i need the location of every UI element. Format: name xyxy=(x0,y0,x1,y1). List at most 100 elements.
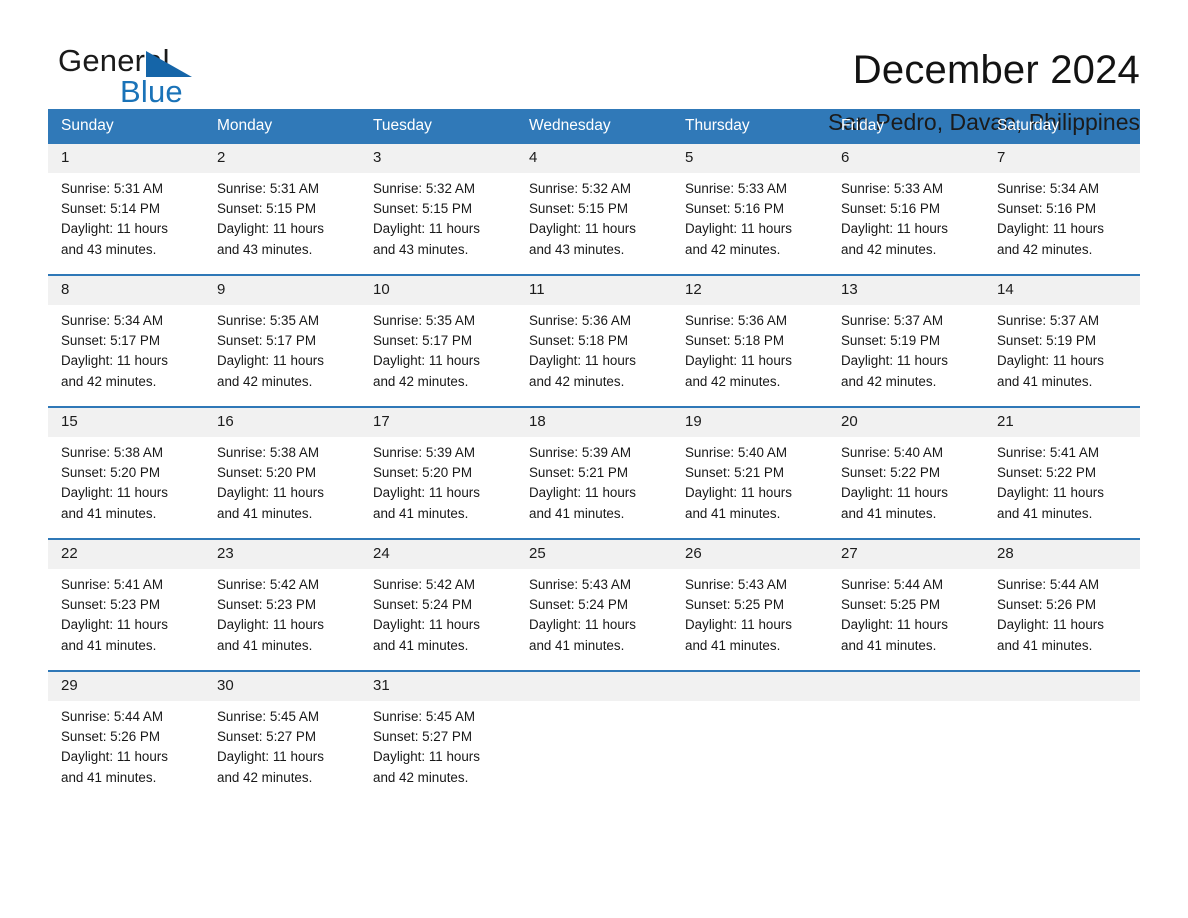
daylight-duration-line1: Daylight: 11 hours xyxy=(373,749,480,765)
calendar-day-cell[interactable]: 26 Sunrise: 5:43 AM Sunset: 5:25 PM Dayligh… xyxy=(672,538,828,671)
calendar-day-cell[interactable]: 23 Sunrise: 5:42 AM Sunset: 5:23 PM Dayligh… xyxy=(204,538,360,671)
calendar-day-cell[interactable]: 31 Sunrise: 5:45 AM Sunset: 5:27 PM Dayligh… xyxy=(360,670,516,802)
daylight-duration-line1: Daylight: 11 hours xyxy=(997,353,1104,369)
calendar-day-cell[interactable]: 12 Sunrise: 5:36 AM Sunset: 5:18 PM Dayligh… xyxy=(672,274,828,407)
calendar-day-cell[interactable]: 7 Sunrise: 5:34 AM Sunset: 5:16 PM Daylight… xyxy=(984,144,1140,275)
calendar-day-cell[interactable]: 27 Sunrise: 5:44 AM Sunset: 5:25 PM Dayligh… xyxy=(828,538,984,671)
daylight-duration-line2: and 42 minutes. xyxy=(685,241,781,257)
daylight-duration-line1: Daylight: 11 hours xyxy=(373,221,480,237)
sunrise-time: Sunrise: 5:34 AM xyxy=(997,181,1099,196)
day-details: Sunrise: 5:31 AM Sunset: 5:14 PM Daylight:… xyxy=(48,173,204,270)
day-cell-inner: 9 Sunrise: 5:35 AM Sunset: 5:17 PM Daylight… xyxy=(204,276,360,406)
calendar-day-cell[interactable]: 9 Sunrise: 5:35 AM Sunset: 5:17 PM Daylight… xyxy=(204,274,360,407)
daylight-duration-line1: Daylight: 11 hours xyxy=(217,353,324,369)
weekday-header-tuesday: Tuesday xyxy=(360,109,516,144)
calendar-day-cell[interactable]: 1 Sunrise: 5:31 AM Sunset: 5:14 PM Daylight… xyxy=(48,144,204,275)
day-details: Sunrise: 5:40 AM Sunset: 5:21 PM Daylight:… xyxy=(672,437,828,534)
sunrise-time: Sunrise: 5:44 AM xyxy=(61,709,163,724)
calendar-day-cell[interactable]: 19 Sunrise: 5:40 AM Sunset: 5:21 PM Dayligh… xyxy=(672,406,828,539)
daylight-duration-line2: and 41 minutes. xyxy=(685,637,781,653)
day-cell-inner: 10 Sunrise: 5:35 AM Sunset: 5:17 PM Dayligh… xyxy=(360,276,516,406)
calendar-day-cell[interactable]: 20 Sunrise: 5:40 AM Sunset: 5:22 PM Dayligh… xyxy=(828,406,984,539)
sunset-time: Sunset: 5:25 PM xyxy=(685,597,784,613)
day-details: Sunrise: 5:45 AM Sunset: 5:27 PM Daylight:… xyxy=(204,701,360,798)
day-number xyxy=(672,672,828,701)
calendar-day-cell[interactable]: 6 Sunrise: 5:33 AM Sunset: 5:16 PM Daylight… xyxy=(828,144,984,275)
day-cell-inner: 25 Sunrise: 5:43 AM Sunset: 5:24 PM Dayligh… xyxy=(516,540,672,670)
day-number: 4 xyxy=(516,144,672,173)
calendar-day-cell[interactable]: 10 Sunrise: 5:35 AM Sunset: 5:17 PM Dayligh… xyxy=(360,274,516,407)
day-number: 16 xyxy=(204,408,360,437)
day-number: 24 xyxy=(360,540,516,569)
daylight-duration-line1: Daylight: 11 hours xyxy=(61,485,168,501)
calendar-empty-cell xyxy=(672,670,828,802)
day-cell-inner xyxy=(828,672,984,802)
calendar-day-cell[interactable]: 24 Sunrise: 5:42 AM Sunset: 5:24 PM Dayligh… xyxy=(360,538,516,671)
daylight-duration-line1: Daylight: 11 hours xyxy=(841,221,948,237)
calendar-day-cell[interactable]: 30 Sunrise: 5:45 AM Sunset: 5:27 PM Dayligh… xyxy=(204,670,360,802)
calendar-day-cell[interactable]: 28 Sunrise: 5:44 AM Sunset: 5:26 PM Dayligh… xyxy=(984,538,1140,671)
day-details: Sunrise: 5:36 AM Sunset: 5:18 PM Daylight:… xyxy=(516,305,672,402)
sunset-time: Sunset: 5:27 PM xyxy=(217,729,316,745)
calendar-day-cell[interactable]: 5 Sunrise: 5:33 AM Sunset: 5:16 PM Daylight… xyxy=(672,144,828,275)
day-number: 7 xyxy=(984,144,1140,173)
day-cell-inner: 12 Sunrise: 5:36 AM Sunset: 5:18 PM Dayligh… xyxy=(672,276,828,406)
daylight-duration-line1: Daylight: 11 hours xyxy=(217,617,324,633)
sunrise-time: Sunrise: 5:44 AM xyxy=(841,577,943,592)
general-blue-logo[interactable]: General Blue xyxy=(48,44,258,118)
calendar-day-cell[interactable]: 3 Sunrise: 5:32 AM Sunset: 5:15 PM Daylight… xyxy=(360,144,516,275)
calendar-week-row: 1 Sunrise: 5:31 AM Sunset: 5:14 PM Daylight… xyxy=(48,144,1140,275)
day-cell-inner: 24 Sunrise: 5:42 AM Sunset: 5:24 PM Dayligh… xyxy=(360,540,516,670)
calendar-day-cell[interactable]: 21 Sunrise: 5:41 AM Sunset: 5:22 PM Dayligh… xyxy=(984,406,1140,539)
calendar-day-cell[interactable]: 17 Sunrise: 5:39 AM Sunset: 5:20 PM Dayligh… xyxy=(360,406,516,539)
day-cell-inner: 22 Sunrise: 5:41 AM Sunset: 5:23 PM Dayligh… xyxy=(48,540,204,670)
calendar-day-cell[interactable]: 8 Sunrise: 5:34 AM Sunset: 5:17 PM Daylight… xyxy=(48,274,204,407)
sunrise-time: Sunrise: 5:37 AM xyxy=(997,313,1099,328)
daylight-duration-line1: Daylight: 11 hours xyxy=(685,485,792,501)
day-details: Sunrise: 5:33 AM Sunset: 5:16 PM Daylight:… xyxy=(672,173,828,270)
day-details: Sunrise: 5:44 AM Sunset: 5:26 PM Daylight:… xyxy=(48,701,204,798)
calendar-day-cell[interactable]: 25 Sunrise: 5:43 AM Sunset: 5:24 PM Dayligh… xyxy=(516,538,672,671)
calendar-day-cell[interactable]: 16 Sunrise: 5:38 AM Sunset: 5:20 PM Dayligh… xyxy=(204,406,360,539)
calendar-day-cell[interactable]: 22 Sunrise: 5:41 AM Sunset: 5:23 PM Dayligh… xyxy=(48,538,204,671)
day-details: Sunrise: 5:44 AM Sunset: 5:26 PM Daylight:… xyxy=(984,569,1140,666)
day-cell-inner: 5 Sunrise: 5:33 AM Sunset: 5:16 PM Daylight… xyxy=(672,144,828,274)
calendar-week-row: 22 Sunrise: 5:41 AM Sunset: 5:23 PM Dayligh… xyxy=(48,538,1140,671)
sunset-time: Sunset: 5:15 PM xyxy=(217,201,316,217)
daylight-duration-line2: and 41 minutes. xyxy=(841,505,937,521)
calendar-day-cell[interactable]: 18 Sunrise: 5:39 AM Sunset: 5:21 PM Dayligh… xyxy=(516,406,672,539)
day-number: 23 xyxy=(204,540,360,569)
sunrise-time: Sunrise: 5:35 AM xyxy=(373,313,475,328)
day-cell-inner: 4 Sunrise: 5:32 AM Sunset: 5:15 PM Daylight… xyxy=(516,144,672,274)
daylight-duration-line2: and 42 minutes. xyxy=(841,373,937,389)
daylight-duration-line1: Daylight: 11 hours xyxy=(529,617,636,633)
calendar-day-cell[interactable]: 15 Sunrise: 5:38 AM Sunset: 5:20 PM Dayligh… xyxy=(48,406,204,539)
sunrise-time: Sunrise: 5:41 AM xyxy=(997,445,1099,460)
day-details: Sunrise: 5:37 AM Sunset: 5:19 PM Daylight:… xyxy=(828,305,984,402)
day-cell-inner xyxy=(516,672,672,802)
day-details xyxy=(828,701,984,717)
calendar-day-cell[interactable]: 11 Sunrise: 5:36 AM Sunset: 5:18 PM Dayligh… xyxy=(516,274,672,407)
calendar-day-cell[interactable]: 2 Sunrise: 5:31 AM Sunset: 5:15 PM Daylight… xyxy=(204,144,360,275)
day-details: Sunrise: 5:41 AM Sunset: 5:22 PM Daylight:… xyxy=(984,437,1140,534)
daylight-duration-line1: Daylight: 11 hours xyxy=(373,353,480,369)
daylight-duration-line2: and 41 minutes. xyxy=(217,505,313,521)
day-number xyxy=(828,672,984,701)
calendar-day-cell[interactable]: 13 Sunrise: 5:37 AM Sunset: 5:19 PM Dayligh… xyxy=(828,274,984,407)
calendar-day-cell[interactable]: 4 Sunrise: 5:32 AM Sunset: 5:15 PM Daylight… xyxy=(516,144,672,275)
sunset-time: Sunset: 5:21 PM xyxy=(529,465,628,481)
day-details: Sunrise: 5:43 AM Sunset: 5:25 PM Daylight:… xyxy=(672,569,828,666)
daylight-duration-line1: Daylight: 11 hours xyxy=(217,749,324,765)
sunrise-sunset-calendar: Sunday Monday Tuesday Wednesday Thursday… xyxy=(48,109,1140,802)
calendar-day-cell[interactable]: 29 Sunrise: 5:44 AM Sunset: 5:26 PM Dayligh… xyxy=(48,670,204,802)
daylight-duration-line1: Daylight: 11 hours xyxy=(685,353,792,369)
day-number: 2 xyxy=(204,144,360,173)
daylight-duration-line1: Daylight: 11 hours xyxy=(61,221,168,237)
calendar-empty-cell xyxy=(828,670,984,802)
daylight-duration-line2: and 42 minutes. xyxy=(373,769,469,785)
daylight-duration-line2: and 41 minutes. xyxy=(61,505,157,521)
sunset-time: Sunset: 5:20 PM xyxy=(373,465,472,481)
calendar-day-cell[interactable]: 14 Sunrise: 5:37 AM Sunset: 5:19 PM Dayligh… xyxy=(984,274,1140,407)
day-number: 22 xyxy=(48,540,204,569)
daylight-duration-line1: Daylight: 11 hours xyxy=(841,617,948,633)
